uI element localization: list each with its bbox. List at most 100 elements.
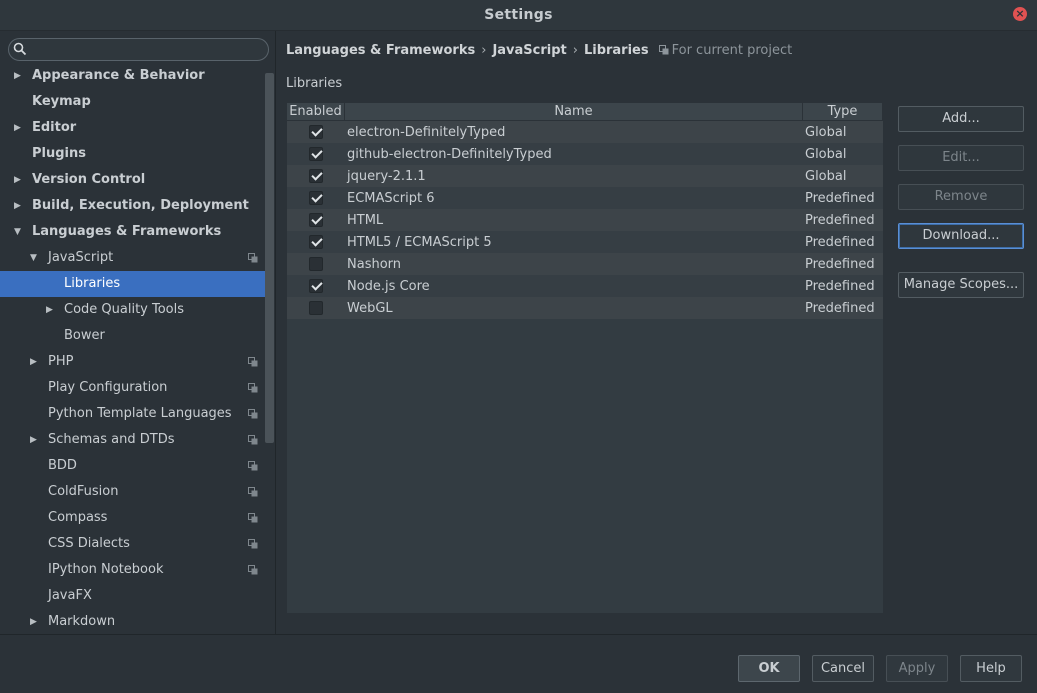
title-bar: Settings ×	[0, 0, 1037, 31]
library-name: Nashorn	[347, 256, 402, 272]
copy-icon	[248, 487, 258, 497]
table-row[interactable]: Node.js Core Predefined	[287, 275, 883, 297]
enabled-checkbox[interactable]	[309, 125, 323, 139]
breadcrumb-item: Libraries	[583, 42, 649, 58]
sidebar-item[interactable]: IPython Notebook	[0, 557, 265, 583]
enabled-checkbox[interactable]	[309, 147, 323, 161]
library-name: ECMAScript 6	[347, 190, 435, 206]
copy-icon	[248, 565, 258, 575]
sidebar-item[interactable]: ▶ Schemas and DTDs	[0, 427, 265, 453]
edit-button[interactable]: Edit...	[898, 145, 1024, 171]
chevron-right-icon[interactable]: ▶	[14, 63, 21, 89]
search-input[interactable]	[8, 38, 269, 61]
table-row[interactable]: HTML5 / ECMAScript 5 Predefined	[287, 231, 883, 253]
table-row[interactable]: HTML Predefined	[287, 209, 883, 231]
sidebar-item[interactable]: Compass	[0, 505, 265, 531]
sidebar-item-label: Markdown	[48, 614, 116, 629]
chevron-right-icon[interactable]: ▶	[14, 115, 21, 141]
sidebar-item-label: CSS Dialects	[48, 536, 130, 551]
sidebar-item[interactable]: ▶ Version Control	[0, 167, 265, 193]
copy-icon	[658, 45, 669, 55]
chevron-down-icon[interactable]: ▼	[30, 245, 37, 271]
sidebar-item[interactable]: ▶ PHP	[0, 349, 265, 375]
sidebar-item-label: Schemas and DTDs	[48, 432, 175, 447]
sidebar-item[interactable]: BDD	[0, 453, 265, 479]
enabled-checkbox[interactable]	[309, 235, 323, 249]
chevron-right-icon[interactable]: ▶	[46, 297, 53, 323]
sidebar-item[interactable]: JavaFX	[0, 583, 265, 609]
sidebar-item[interactable]: Bower	[0, 323, 265, 349]
table-row[interactable]: jquery-2.1.1 Global	[287, 165, 883, 187]
sidebar-scrollbar[interactable]	[265, 73, 274, 443]
chevron-right-icon[interactable]: ▶	[14, 193, 21, 219]
sidebar-item[interactable]: ▼ JavaScript	[0, 245, 265, 271]
cancel-button[interactable]: Cancel	[812, 655, 874, 682]
sidebar-item[interactable]: ▶ Code Quality Tools	[0, 297, 265, 323]
chevron-right-icon[interactable]: ▶	[30, 609, 37, 635]
add-button[interactable]: Add...	[898, 106, 1024, 132]
enabled-checkbox[interactable]	[309, 257, 323, 271]
table-row[interactable]: electron-DefinitelyTyped Global	[287, 121, 883, 143]
breadcrumb-item: Languages & Frameworks	[286, 42, 476, 58]
sidebar-item[interactable]: ▶ Editor	[0, 115, 265, 141]
sidebar-item-label: Build, Execution, Deployment	[32, 198, 249, 213]
ok-button[interactable]: OK	[738, 655, 800, 682]
enabled-cell	[287, 125, 345, 139]
sidebar-item-label: Compass	[48, 510, 108, 525]
enabled-cell	[287, 147, 345, 161]
library-type: Global	[805, 146, 847, 162]
remove-button[interactable]: Remove	[898, 184, 1024, 210]
column-type[interactable]: Type	[803, 103, 883, 120]
chevron-right-icon[interactable]: ▶	[14, 167, 21, 193]
enabled-checkbox[interactable]	[309, 301, 323, 315]
table-row[interactable]: ECMAScript 6 Predefined	[287, 187, 883, 209]
sidebar-item[interactable]: Libraries	[0, 271, 265, 297]
chevron-down-icon[interactable]: ▼	[14, 219, 21, 245]
download-button[interactable]: Download...	[898, 223, 1024, 249]
library-name: HTML5 / ECMAScript 5	[347, 234, 492, 250]
sidebar-item-label: BDD	[48, 458, 77, 473]
copy-icon	[248, 383, 258, 393]
chevron-right-icon[interactable]: ▶	[30, 349, 37, 375]
library-type: Global	[805, 124, 847, 140]
library-type: Predefined	[805, 212, 875, 228]
sidebar-item[interactable]: Plugins	[0, 141, 265, 167]
enabled-checkbox[interactable]	[309, 279, 323, 293]
manage-scopes-button[interactable]: Manage Scopes...	[898, 272, 1024, 298]
library-type: Predefined	[805, 190, 875, 206]
sidebar-item[interactable]: ▼ Languages & Frameworks	[0, 219, 265, 245]
column-enabled[interactable]: Enabled	[287, 103, 345, 120]
enabled-checkbox[interactable]	[309, 191, 323, 205]
sidebar-item[interactable]: Python Template Languages	[0, 401, 265, 427]
sidebar-item-label: Version Control	[32, 172, 146, 187]
sidebar-item[interactable]: ▶ Build, Execution, Deployment	[0, 193, 265, 219]
sidebar-item-label: Libraries	[64, 276, 121, 291]
sidebar-item[interactable]: ▶ Markdown	[0, 609, 265, 635]
library-name: jquery-2.1.1	[347, 168, 426, 184]
column-name[interactable]: Name	[345, 103, 803, 120]
sidebar-item[interactable]: ▶ Appearance & Behavior	[0, 63, 265, 89]
sidebar-item-label: Play Configuration	[48, 380, 168, 395]
breadcrumb: Languages & Frameworks › JavaScript › Li…	[286, 40, 792, 60]
library-type: Global	[805, 168, 847, 184]
enabled-checkbox[interactable]	[309, 169, 323, 183]
chevron-right-icon[interactable]: ▶	[30, 427, 37, 453]
sidebar-item[interactable]: Keymap	[0, 89, 265, 115]
help-button[interactable]: Help	[960, 655, 1022, 682]
close-icon[interactable]: ×	[1013, 7, 1027, 21]
table-row[interactable]: WebGL Predefined	[287, 297, 883, 319]
enabled-cell	[287, 301, 345, 315]
settings-sidebar: ▶ Appearance & Behavior Keymap ▶ Editor Plugi…	[0, 31, 276, 634]
enabled-cell	[287, 235, 345, 249]
library-type: Predefined	[805, 278, 875, 294]
sidebar-item-label: Editor	[32, 120, 77, 135]
sidebar-item[interactable]: Play Configuration	[0, 375, 265, 401]
table-row[interactable]: Nashorn Predefined	[287, 253, 883, 275]
apply-button[interactable]: Apply	[886, 655, 948, 682]
enabled-cell	[287, 279, 345, 293]
enabled-checkbox[interactable]	[309, 213, 323, 227]
sidebar-item[interactable]: CSS Dialects	[0, 531, 265, 557]
sidebar-item[interactable]: ColdFusion	[0, 479, 265, 505]
table-row[interactable]: github-electron-DefinitelyTyped Global	[287, 143, 883, 165]
sidebar-item-label: Languages & Frameworks	[32, 224, 222, 239]
